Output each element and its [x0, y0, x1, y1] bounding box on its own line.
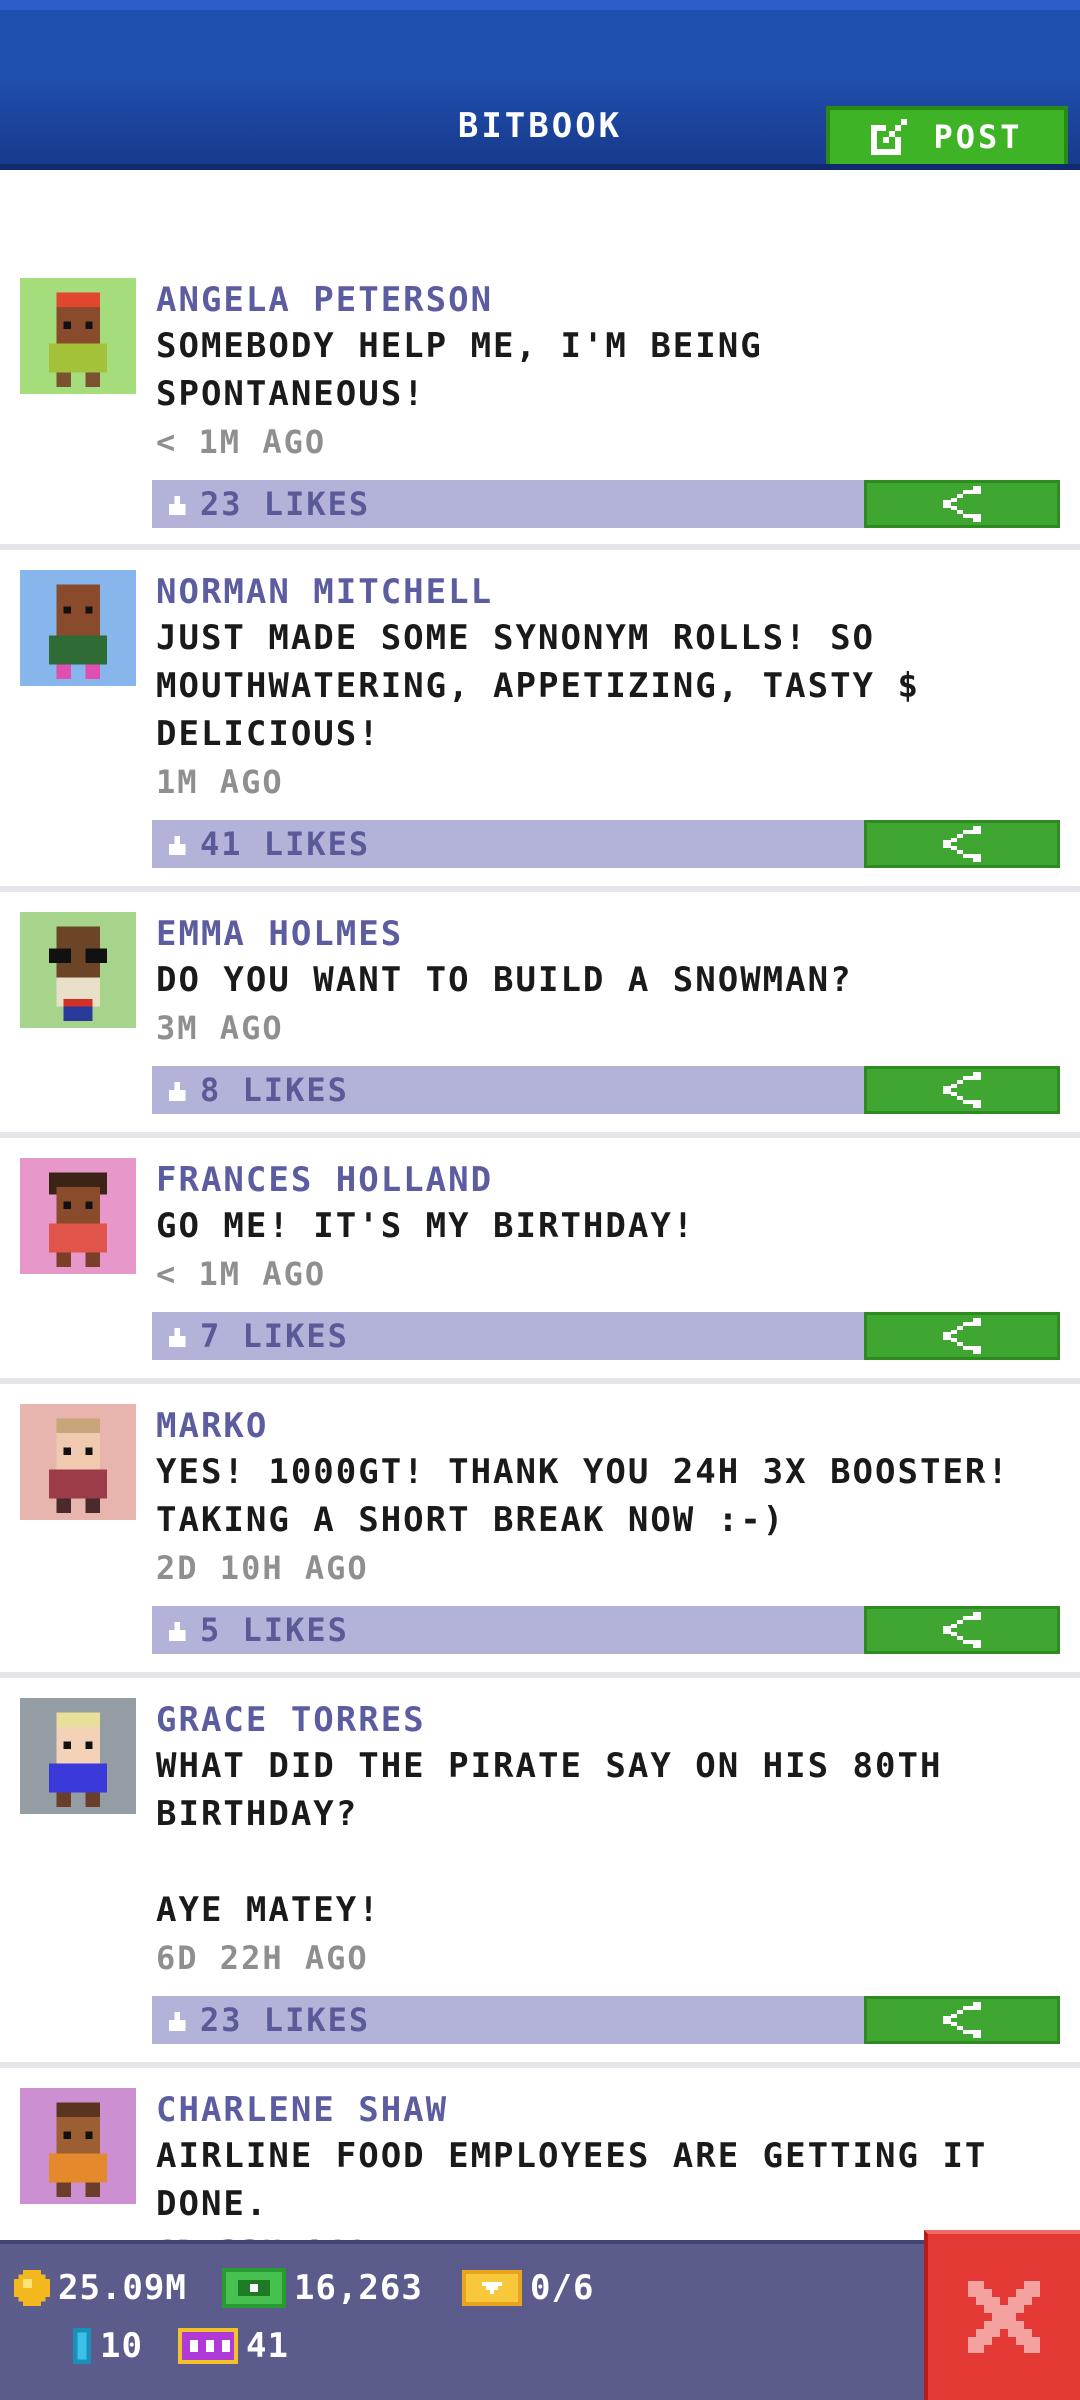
tickets-value: 0/6 [530, 2268, 595, 2308]
post-content: EMMA HOLMES DO YOU WANT TO BUILD A SNOWM… [156, 912, 1056, 1052]
likes-bar[interactable]: 23 LIKES [152, 480, 864, 528]
close-icon [968, 2281, 1040, 2353]
thumbs-up-icon [168, 1621, 186, 1641]
post-author[interactable]: MARKO [156, 1404, 1056, 1448]
post-content: MARKO YES! 1000GT! THANK YOU 24H 3X BOOS… [156, 1404, 1056, 1592]
avatar[interactable] [20, 1404, 136, 1520]
thumbs-up-icon [168, 495, 186, 515]
share-button[interactable] [864, 480, 1060, 528]
likes-count: 5 LIKES [200, 1611, 349, 1649]
share-icon [943, 1072, 981, 1108]
avatar[interactable] [20, 1158, 136, 1274]
likes-count: 7 LIKES [200, 1317, 349, 1355]
avatar[interactable] [20, 912, 136, 1028]
likes-bar[interactable]: 7 LIKES [152, 1312, 864, 1360]
post-author[interactable]: NORMAN MITCHELL [156, 570, 1056, 614]
post-timestamp: < 1M AGO [156, 1255, 327, 1293]
post-text: JUST MADE SOME SYNONYM ROLLS! SO MOUTHWA… [156, 618, 920, 754]
share-icon [943, 1318, 981, 1354]
likes-bar[interactable]: 41 LIKES [152, 820, 864, 868]
post-text: SOMEBODY HELP ME, I'M BEING SPONTANEOUS! [156, 326, 763, 414]
share-icon [943, 826, 981, 862]
post-content: NORMAN MITCHELL JUST MADE SOME SYNONYM R… [156, 570, 1056, 806]
vip-value: 41 [246, 2326, 289, 2366]
post-author[interactable]: ANGELA PETERSON [156, 278, 1056, 322]
post-text: DO YOU WANT TO BUILD A SNOWMAN? [156, 960, 853, 1000]
coins-value: 25.09M [58, 2268, 187, 2308]
post-author[interactable]: FRANCES HOLLAND [156, 1158, 1056, 1202]
bitizen-icon [73, 2328, 91, 2364]
post-divider [0, 544, 1080, 550]
thumbs-up-icon [168, 835, 186, 855]
likes-count: 8 LIKES [200, 1071, 349, 1109]
avatar[interactable] [20, 1698, 136, 1814]
post-divider [0, 886, 1080, 892]
post-divider [0, 2062, 1080, 2068]
likes-count: 23 LIKES [200, 2001, 371, 2039]
thumbs-up-icon [168, 1327, 186, 1347]
post-author[interactable]: CHARLENE SHAW [156, 2088, 1056, 2132]
avatar[interactable] [20, 2088, 136, 2204]
post-timestamp: 3M AGO [156, 1009, 284, 1047]
edit-icon [871, 119, 908, 155]
post-timestamp: 1M AGO [156, 763, 284, 801]
share-icon [943, 1612, 981, 1648]
gems-stat: 10 [72, 2326, 143, 2366]
resource-bar: 25.09M 16,263 0/6 10 41 [0, 2240, 1080, 2400]
tickets-stat: 0/6 [462, 2268, 594, 2308]
likes-bar[interactable]: 8 LIKES [152, 1066, 864, 1114]
likes-count: 41 LIKES [200, 825, 371, 863]
share-icon [943, 2002, 981, 2038]
vip-icon [178, 2328, 238, 2364]
avatar[interactable] [20, 570, 136, 686]
likes-bar[interactable]: 5 LIKES [152, 1606, 864, 1654]
post-text: AIRLINE FOOD EMPLOYEES ARE GETTING IT DO… [156, 2136, 988, 2224]
post-divider [0, 1672, 1080, 1678]
share-button[interactable] [864, 1606, 1060, 1654]
post-divider [0, 1132, 1080, 1138]
gems-value: 10 [100, 2326, 143, 2366]
post-button-label: POST [933, 118, 1023, 156]
share-button[interactable] [864, 1312, 1060, 1360]
post-button[interactable]: POST [826, 106, 1068, 168]
post-text: GO ME! IT'S MY BIRTHDAY! [156, 1206, 696, 1246]
thumbs-up-icon [168, 1081, 186, 1101]
post-text: WHAT DID THE PIRATE SAY ON HIS 80TH BIRT… [156, 1746, 943, 1930]
post-content: FRANCES HOLLAND GO ME! IT'S MY BIRTHDAY!… [156, 1158, 1056, 1298]
post-author[interactable]: GRACE TORRES [156, 1698, 1056, 1742]
close-button[interactable] [924, 2230, 1080, 2400]
bux-value: 16,263 [294, 2268, 423, 2308]
coins-stat: 25.09M [14, 2268, 187, 2308]
top-bar: BITBOOK POST [0, 0, 1080, 170]
bux-stat: 16,263 [222, 2268, 423, 2308]
post-timestamp: 6D 22H AGO [156, 2228, 1056, 2240]
share-button[interactable] [864, 1066, 1060, 1114]
post-timestamp: 2D 10H AGO [156, 1549, 369, 1587]
post-timestamp: 6D 22H AGO [156, 1939, 369, 1977]
post-content: CHARLENE SHAW AIRLINE FOOD EMPLOYEES ARE… [156, 2088, 1056, 2240]
post-content: GRACE TORRES WHAT DID THE PIRATE SAY ON … [156, 1698, 1056, 1982]
likes-bar[interactable]: 23 LIKES [152, 1996, 864, 2044]
avatar[interactable] [20, 278, 136, 394]
bux-icon [222, 2268, 286, 2308]
thumbs-up-icon [168, 2011, 186, 2031]
coin-icon [14, 2270, 50, 2306]
ticket-icon [462, 2270, 522, 2306]
post-divider [0, 1378, 1080, 1384]
vip-stat: 41 [178, 2326, 289, 2366]
share-button[interactable] [864, 1996, 1060, 2044]
post-feed[interactable]: ANGELA PETERSON SOMEBODY HELP ME, I'M BE… [0, 170, 1080, 2240]
share-button[interactable] [864, 820, 1060, 868]
post-text: YES! 1000GT! THANK YOU 24H 3X BOOSTER! T… [156, 1452, 1010, 1540]
share-icon [943, 486, 981, 522]
post-timestamp: < 1M AGO [156, 423, 327, 461]
post-content: ANGELA PETERSON SOMEBODY HELP ME, I'M BE… [156, 278, 1056, 466]
post-author[interactable]: EMMA HOLMES [156, 912, 1056, 956]
likes-count: 23 LIKES [200, 485, 371, 523]
